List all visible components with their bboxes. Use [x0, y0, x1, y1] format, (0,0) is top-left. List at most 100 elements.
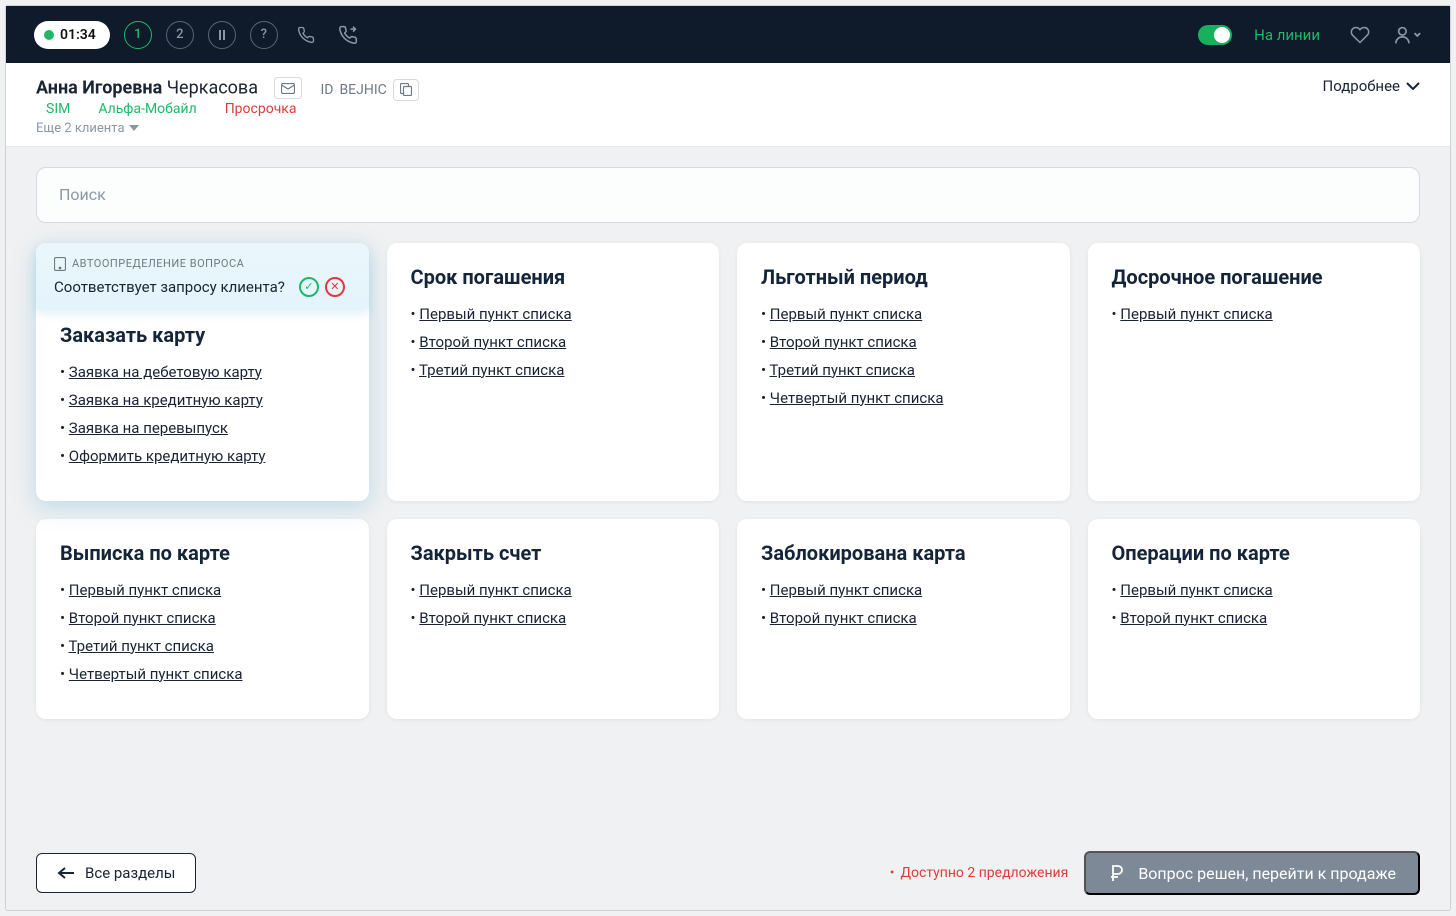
offers-label: Доступно 2 предложения	[890, 865, 1069, 881]
topic-link[interactable]: Второй пункт списка	[770, 333, 917, 351]
topic-link-list: Первый пункт списка Второй пункт списка Тр…	[761, 305, 1046, 407]
topic-link-item: Заявка на кредитную карту	[60, 391, 345, 409]
client-id: ID BEJHIC	[320, 79, 418, 101]
topic-link[interactable]: Заявка на кредитную карту	[69, 391, 263, 409]
topic-link[interactable]: Первый пункт списка	[1120, 305, 1272, 323]
more-clients[interactable]: Еще 2 клиента	[36, 121, 419, 136]
topic-link[interactable]: Второй пункт списка	[770, 609, 917, 627]
online-toggle[interactable]	[1198, 25, 1232, 45]
client-header: Анна Игоревна Черкасова ID BEJHIC SIMАль…	[6, 63, 1450, 147]
indicator-2[interactable]: 2	[166, 21, 194, 49]
topic-card: Досрочное погашение Первый пункт списка	[1088, 243, 1421, 501]
topic-link-item: Первый пункт списка	[411, 305, 696, 323]
call-transfer-icon[interactable]	[334, 21, 362, 49]
call-timer: 01:34	[34, 21, 110, 49]
topic-link[interactable]: Четвертый пункт списка	[770, 389, 944, 407]
topic-link-list: Первый пункт списка Второй пункт списка	[411, 581, 696, 627]
notifications-icon[interactable]	[1346, 21, 1374, 49]
topic-link-list: Первый пункт списка Второй пункт списка Тр…	[411, 305, 696, 379]
topic-link[interactable]: Первый пункт списка	[69, 581, 221, 599]
topic-card: Срок погашения Первый пункт списка Второй …	[387, 243, 720, 501]
timer-text: 01:34	[60, 27, 96, 43]
topic-link-item: Первый пункт списка	[1112, 305, 1397, 323]
device-icon	[54, 257, 66, 271]
topic-link-item: Второй пункт списка	[411, 333, 696, 351]
topic-link[interactable]: Второй пункт списка	[1120, 609, 1267, 627]
all-sections-button[interactable]: Все разделы	[36, 853, 196, 893]
topic-card: Выписка по картеПервый пункт спискаВторо…	[36, 519, 369, 719]
topic-link[interactable]: Заявка на перевыпуск	[69, 419, 228, 437]
topic-card-title: Операции по карте	[1112, 541, 1397, 565]
topic-link-item: Второй пункт списка	[1112, 609, 1397, 627]
call-icon[interactable]	[292, 21, 320, 49]
topic-card: Льготный периодПервый пункт спискаВторой…	[737, 243, 1070, 501]
status-dot-icon	[44, 30, 54, 40]
topic-link-item: Заявка на перевыпуск	[60, 419, 345, 437]
topic-link[interactable]: Третий пункт списка	[770, 361, 915, 379]
topic-link-item: Первый пункт списка	[1112, 581, 1397, 599]
topic-link[interactable]: Первый пункт списка	[770, 305, 922, 323]
topic-link-item: Первый пункт списка	[761, 581, 1046, 599]
topic-link-item: Четвертый пункт списка	[60, 665, 345, 683]
topic-link-item: Третий пункт списка	[411, 361, 696, 379]
client-tags: SIMАльфа-МобайлПросрочка	[46, 101, 419, 117]
profile-menu[interactable]	[1394, 21, 1422, 49]
topic-link[interactable]: Оформить кредитную карту	[69, 447, 266, 465]
topic-link-item: Второй пункт списка	[761, 609, 1046, 627]
topic-link-list: Первый пункт списка Второй пункт списка	[761, 581, 1046, 627]
topic-link[interactable]: Первый пункт списка	[1120, 581, 1272, 599]
resolve-cta-button[interactable]: Вопрос решен, перейти к продаже	[1084, 851, 1420, 895]
topic-link-list: Заявка на дебетовую карту Заявка на креди…	[60, 363, 345, 465]
topic-link-item: Первый пункт списка	[411, 581, 696, 599]
topic-card-title: Закрыть счет	[411, 541, 696, 565]
topic-link[interactable]: Четвертый пункт списка	[69, 665, 243, 683]
client-name: Анна Игоревна Черкасова	[36, 78, 262, 99]
topic-link[interactable]: Второй пункт списка	[419, 333, 566, 351]
topic-link-list: Первый пункт списка Второй пункт списка	[1112, 581, 1397, 627]
topic-link[interactable]: Второй пункт списка	[419, 609, 566, 627]
help-button[interactable]: ?	[250, 21, 278, 49]
main-content: АВТООПРЕДЕЛЕНИЕ ВОПРОСАСоответствует зап…	[6, 147, 1450, 837]
topic-link-item: Четвертый пункт списка	[761, 389, 1046, 407]
pause-button[interactable]	[208, 21, 236, 49]
topic-link-item: Оформить кредитную карту	[60, 447, 345, 465]
topic-card: Операции по карте Первый пункт списка Втор…	[1088, 519, 1421, 719]
topic-link-item: Заявка на дебетовую карту	[60, 363, 345, 381]
topic-card-title: Срок погашения	[411, 265, 696, 289]
auto-detect-label: АВТООПРЕДЕЛЕНИЕ ВОПРОСА	[54, 257, 351, 271]
search-input[interactable]	[36, 167, 1420, 223]
topic-card-title: Заказать карту	[60, 323, 345, 347]
topic-card-title: Заблокирована карта	[761, 541, 1046, 565]
topic-link-item: Первый пункт списка	[60, 581, 345, 599]
topic-link[interactable]: Заявка на дебетовую карту	[69, 363, 262, 381]
topic-card-title: Досрочное погашение	[1112, 265, 1397, 289]
topic-link-item: Второй пункт списка	[761, 333, 1046, 351]
topic-link[interactable]: Первый пункт списка	[419, 305, 571, 323]
auto-detect-header: АВТООПРЕДЕЛЕНИЕ ВОПРОСАСоответствует зап…	[36, 243, 369, 309]
topic-link[interactable]: Первый пункт списка	[419, 581, 571, 599]
confirm-no-button[interactable]: ✕	[325, 277, 345, 297]
topic-link[interactable]: Первый пункт списка	[770, 581, 922, 599]
topic-card: АВТООПРЕДЕЛЕНИЕ ВОПРОСАСоответствует зап…	[36, 243, 369, 501]
topic-link[interactable]: Третий пункт списка	[419, 361, 564, 379]
client-tag: Просрочка	[225, 101, 297, 117]
topic-link[interactable]: Второй пункт списка	[69, 609, 216, 627]
email-chip[interactable]	[274, 77, 302, 99]
topic-card: Заблокирована карта Первый пункт списка Вт…	[737, 519, 1070, 719]
topics-grid: АВТООПРЕДЕЛЕНИЕ ВОПРОСАСоответствует зап…	[36, 243, 1420, 719]
topic-link-list: Первый пункт списка Второй пункт списка Тр…	[60, 581, 345, 683]
client-tag: Альфа-Мобайл	[98, 101, 196, 117]
topic-link-list: Первый пункт списка	[1112, 305, 1397, 323]
auto-detect-question: Соответствует запросу клиента?✓✕	[54, 277, 351, 297]
topic-card: Закрыть счет Первый пункт списка Второй пу…	[387, 519, 720, 719]
topic-link-item: Третий пункт списка	[761, 361, 1046, 379]
online-label: На линии	[1254, 26, 1320, 44]
details-link[interactable]: Подробнее	[1323, 77, 1421, 95]
confirm-yes-button[interactable]: ✓	[299, 277, 319, 297]
topic-link-item: Первый пункт списка	[761, 305, 1046, 323]
topic-link[interactable]: Третий пункт списка	[69, 637, 214, 655]
topic-link-item: Третий пункт списка	[60, 637, 345, 655]
topic-link-item: Второй пункт списка	[411, 609, 696, 627]
indicator-1[interactable]: 1	[124, 21, 152, 49]
copy-id-button[interactable]	[393, 79, 419, 101]
